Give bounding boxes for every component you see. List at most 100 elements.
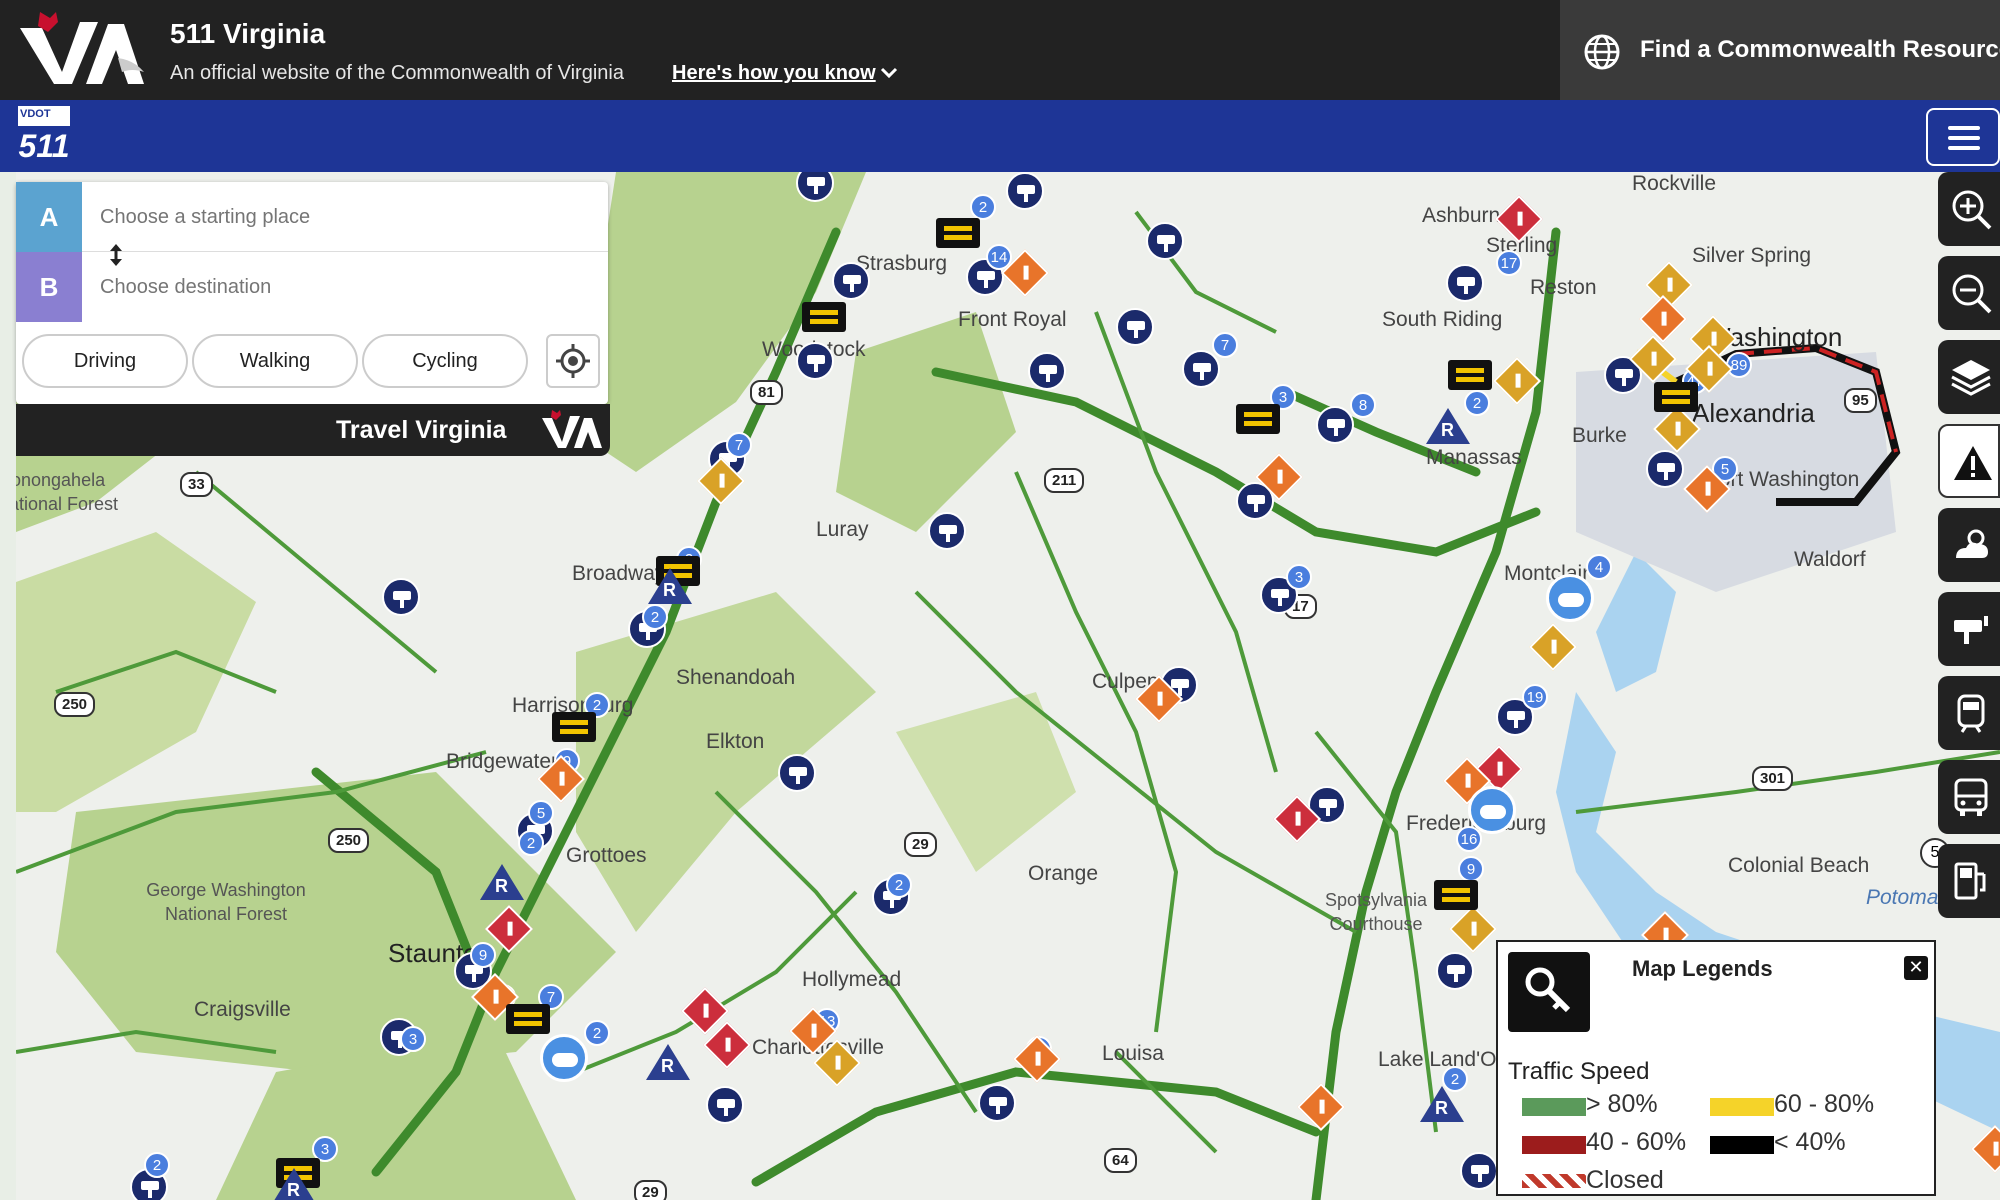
cameras-button[interactable] bbox=[1938, 592, 2000, 666]
weather-button[interactable] bbox=[1938, 508, 2000, 582]
lane-closure-icon[interactable] bbox=[802, 302, 846, 332]
place-label: Hollymead bbox=[802, 968, 902, 991]
zoom-out-icon bbox=[1952, 274, 1992, 314]
chevron-down-icon[interactable] bbox=[878, 64, 900, 82]
lane-closure-icon[interactable] bbox=[552, 712, 596, 742]
cluster-count-badge[interactable]: 2 bbox=[886, 872, 912, 898]
traffic-camera-icon[interactable] bbox=[1182, 350, 1220, 388]
511-logo-text: 511 bbox=[18, 126, 70, 166]
hamburger-menu-button[interactable] bbox=[1926, 108, 2000, 166]
lane-closure-icon[interactable] bbox=[1236, 404, 1280, 434]
destination-input[interactable] bbox=[100, 272, 590, 302]
cluster-count-badge[interactable]: 2 bbox=[518, 830, 544, 856]
place-label: Alexandria bbox=[1692, 398, 1815, 428]
find-resource-label: Find a Commonwealth Resource bbox=[1640, 36, 2000, 63]
point-a-label: A bbox=[16, 182, 82, 252]
traffic-camera-icon[interactable] bbox=[832, 262, 870, 300]
rest-area-icon[interactable]: R bbox=[1420, 1086, 1464, 1122]
bus-button[interactable] bbox=[1938, 760, 2000, 834]
cluster-count-badge[interactable]: 4 bbox=[1586, 554, 1612, 580]
traffic-camera-icon[interactable] bbox=[706, 1086, 744, 1124]
cluster-count-badge[interactable]: 19 bbox=[1522, 684, 1548, 710]
cluster-count-badge[interactable]: 9 bbox=[1458, 856, 1484, 882]
cluster-count-badge[interactable]: 7 bbox=[1212, 332, 1238, 358]
driving-mode-button[interactable]: Driving bbox=[22, 334, 188, 388]
place-label: Spotsylvania Courthouse bbox=[1324, 890, 1428, 934]
zoom-out-button[interactable] bbox=[1938, 256, 2000, 330]
traffic-camera-icon[interactable] bbox=[1646, 450, 1684, 488]
walking-mode-button[interactable]: Walking bbox=[192, 334, 358, 388]
transit-button[interactable] bbox=[1938, 676, 2000, 750]
cluster-count-badge[interactable]: 3 bbox=[400, 1026, 426, 1052]
cluster-count-badge[interactable]: 8 bbox=[1350, 392, 1376, 418]
start-input[interactable] bbox=[100, 202, 590, 232]
rest-area-icon[interactable]: R bbox=[480, 864, 524, 900]
how-you-know-link[interactable]: Here's how you know bbox=[672, 62, 876, 85]
place-label: Silver Spring bbox=[1692, 244, 1812, 267]
site-title: 511 Virginia bbox=[170, 18, 326, 49]
weather-alert-icon[interactable] bbox=[1468, 786, 1516, 834]
route-planner-panel: A B Driving Walking Cycling bbox=[16, 182, 608, 404]
traffic-camera-icon[interactable] bbox=[1460, 1152, 1498, 1190]
place-label: George Washington National Forest bbox=[146, 880, 306, 924]
lane-closure-icon[interactable] bbox=[1434, 880, 1478, 910]
legend-close-button[interactable]: ✕ bbox=[1904, 956, 1928, 980]
legend-swatch bbox=[1710, 1136, 1774, 1154]
rest-area-icon[interactable]: R bbox=[272, 1168, 316, 1200]
locate-me-button[interactable] bbox=[546, 334, 600, 388]
ev-charging-icon bbox=[1954, 862, 1986, 900]
cluster-count-badge[interactable]: 2 bbox=[584, 1020, 610, 1046]
rest-area-icon[interactable]: R bbox=[648, 568, 692, 604]
traffic-camera-icon[interactable] bbox=[1436, 952, 1474, 990]
rest-area-icon[interactable]: R bbox=[1426, 408, 1470, 444]
cycling-mode-button[interactable]: Cycling bbox=[362, 334, 528, 388]
lane-closure-icon[interactable] bbox=[506, 1004, 550, 1034]
rest-area-icon[interactable]: R bbox=[646, 1044, 690, 1080]
cluster-count-badge[interactable]: 5 bbox=[528, 800, 554, 826]
gov-banner: 511 Virginia An official website of the … bbox=[0, 0, 2000, 100]
route-shield: 250 bbox=[328, 828, 370, 853]
ev-charging-button[interactable] bbox=[1938, 844, 2000, 918]
virginia-logo bbox=[542, 410, 602, 448]
place-label: Orange bbox=[1028, 862, 1099, 885]
traffic-camera-icon[interactable] bbox=[1116, 308, 1154, 346]
traffic-camera-icon[interactable] bbox=[1316, 406, 1354, 444]
route-shield: 301 bbox=[1752, 766, 1794, 791]
cluster-count-badge[interactable]: 17 bbox=[1496, 250, 1522, 276]
lane-closure-icon[interactable] bbox=[1448, 360, 1492, 390]
virginia-logo[interactable] bbox=[16, 6, 148, 92]
vdot-511-logo[interactable]: VDOT 511 bbox=[16, 104, 72, 168]
zoom-in-icon bbox=[1952, 190, 1992, 230]
weather-alert-icon[interactable] bbox=[1546, 574, 1594, 622]
traffic-camera-icon[interactable] bbox=[1006, 172, 1044, 210]
traffic-camera-icon[interactable] bbox=[1446, 264, 1484, 302]
layers-button[interactable] bbox=[1938, 340, 2000, 414]
incidents-button[interactable] bbox=[1938, 424, 2000, 498]
place-label: Craigsville bbox=[194, 998, 291, 1021]
lane-closure-icon[interactable] bbox=[1654, 382, 1698, 412]
travel-virginia-banner[interactable]: Travel Virginia bbox=[16, 404, 610, 456]
traffic-camera-icon[interactable] bbox=[1146, 222, 1184, 260]
traffic-camera-icon[interactable] bbox=[796, 342, 834, 380]
weather-alert-icon[interactable] bbox=[540, 1034, 588, 1082]
legend-item-label: Closed bbox=[1586, 1166, 1664, 1194]
cluster-count-badge[interactable]: 9 bbox=[470, 942, 496, 968]
traffic-camera-icon[interactable] bbox=[778, 754, 816, 792]
find-resource-button[interactable]: Find a Commonwealth Resource bbox=[1560, 0, 2000, 100]
place-label: Front Royal bbox=[958, 308, 1067, 331]
traffic-camera-icon[interactable] bbox=[1028, 352, 1066, 390]
cluster-count-badge[interactable]: 2 bbox=[144, 1152, 170, 1178]
place-label: Manassas bbox=[1426, 446, 1522, 469]
cluster-count-badge[interactable]: 2 bbox=[970, 194, 996, 220]
cluster-count-badge[interactable]: 2 bbox=[642, 604, 668, 630]
traffic-camera-icon[interactable] bbox=[978, 1084, 1016, 1122]
place-label: Shenandoah bbox=[676, 666, 796, 689]
route-shield: 250 bbox=[54, 692, 96, 717]
traffic-camera-icon[interactable] bbox=[928, 512, 966, 550]
lane-closure-icon[interactable] bbox=[936, 218, 980, 248]
destination-row: B bbox=[16, 252, 608, 322]
cluster-count-badge[interactable]: 7 bbox=[726, 432, 752, 458]
traffic-camera-icon[interactable] bbox=[382, 578, 420, 616]
zoom-in-button[interactable] bbox=[1938, 172, 2000, 246]
cluster-count-badge[interactable]: 3 bbox=[1286, 564, 1312, 590]
